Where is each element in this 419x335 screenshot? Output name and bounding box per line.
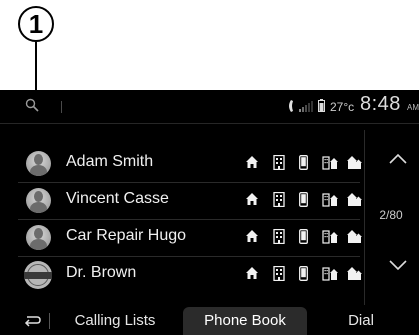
home-icon[interactable] — [245, 155, 259, 169]
clock-ampm: AM — [407, 103, 419, 112]
home-icon[interactable] — [245, 192, 259, 206]
contact-name: Car Repair Hugo — [66, 227, 187, 244]
phone-book-screen: 27°c 8:48 AM Adam Smith Vincent Casse Ca… — [0, 90, 419, 335]
mobile-icon[interactable] — [299, 229, 308, 244]
status-divider — [61, 101, 62, 113]
scroller-divider — [364, 130, 365, 305]
contact-row[interactable]: Car Repair Hugo — [0, 220, 362, 256]
callout-number: 1 — [28, 8, 44, 39]
contact-name: Adam Smith — [66, 153, 154, 170]
contact-name: Vincent Casse — [66, 190, 169, 207]
office-icon[interactable] — [273, 229, 285, 244]
office-icon[interactable] — [273, 266, 285, 281]
status-bar: 27°c 8:48 AM — [0, 90, 419, 122]
mobile-icon[interactable] — [299, 155, 308, 170]
nissan-logo-avatar-icon — [24, 261, 52, 289]
contact-row[interactable]: Adam Smith — [0, 146, 362, 182]
search-icon[interactable] — [25, 98, 39, 112]
tab-dial[interactable]: Dial — [310, 307, 412, 335]
work-icon[interactable] — [322, 266, 338, 281]
office-icon[interactable] — [273, 192, 285, 207]
clock-time: 8:48 — [360, 93, 401, 115]
callout-marker: 1 — [18, 6, 54, 42]
bottom-tab-bar: Calling Lists Phone Book Dial — [0, 307, 419, 335]
chevron-up-icon — [389, 153, 407, 164]
outside-temperature: 27°c — [330, 100, 355, 114]
other-icon[interactable] — [346, 266, 362, 281]
phone-connected-icon — [289, 100, 293, 112]
signal-strength-icon — [299, 101, 313, 112]
office-icon[interactable] — [273, 155, 285, 170]
home-icon[interactable] — [245, 266, 259, 280]
scroll-down-button[interactable] — [378, 240, 418, 290]
contact-row[interactable]: Vincent Casse — [0, 183, 362, 219]
tab-phone-book[interactable]: Phone Book — [183, 307, 307, 335]
other-icon[interactable] — [346, 155, 362, 170]
person-avatar-icon — [26, 225, 51, 250]
work-icon[interactable] — [322, 155, 338, 170]
home-icon[interactable] — [245, 229, 259, 243]
page-indicator: 2/80 — [379, 208, 403, 222]
other-icon[interactable] — [346, 192, 362, 207]
work-icon[interactable] — [322, 229, 338, 244]
status-bar-divider — [0, 123, 419, 124]
work-icon[interactable] — [322, 192, 338, 207]
battery-icon — [318, 99, 325, 112]
chevron-down-icon — [389, 260, 407, 271]
other-icon[interactable] — [346, 229, 362, 244]
person-avatar-icon — [26, 151, 51, 176]
tab-calling-lists[interactable]: Calling Lists — [55, 307, 175, 335]
person-avatar-icon — [26, 188, 51, 213]
back-arrow-icon — [24, 316, 41, 327]
mobile-icon[interactable] — [299, 192, 308, 207]
mobile-icon[interactable] — [299, 266, 308, 281]
contact-name: Dr. Brown — [66, 264, 137, 281]
back-button[interactable] — [18, 311, 44, 331]
scroll-up-button[interactable] — [378, 134, 418, 184]
callout-leader-line — [35, 42, 37, 91]
contact-row[interactable]: Dr. Brown — [0, 257, 362, 293]
tab-divider — [49, 313, 50, 329]
